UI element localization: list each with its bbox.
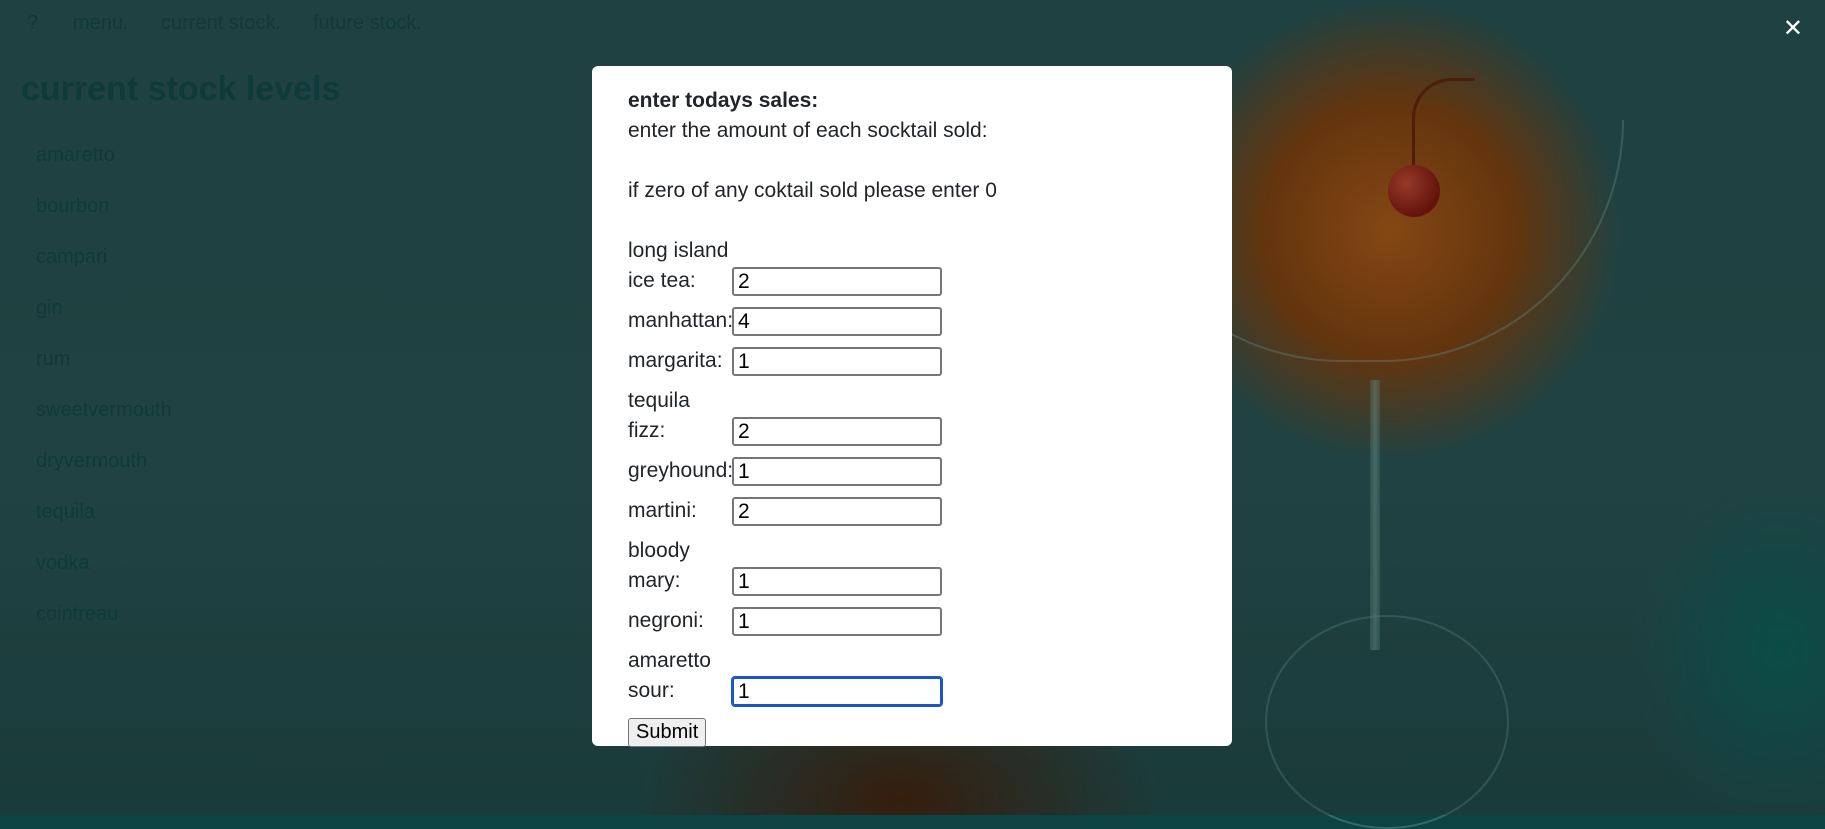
list-item: bourbon xyxy=(36,195,110,217)
field-margarita: margarita: xyxy=(628,346,1212,376)
field-amaretto-sour: amaretto sour: xyxy=(628,646,1212,707)
modal-note: if zero of any coktail sold please enter… xyxy=(628,179,997,202)
field-label: tequila fizz: xyxy=(628,389,690,442)
amaretto-sour-input[interactable] xyxy=(731,676,943,707)
list-item: vodka xyxy=(36,552,90,574)
sales-modal: enter todays sales: enter the amount of … xyxy=(592,66,1232,747)
modal-instruction: enter the amount of each socktail sold: xyxy=(628,119,988,142)
list-item: rum xyxy=(36,348,71,370)
field-label: martini: xyxy=(628,499,697,522)
field-tequila-fizz: tequila fizz: xyxy=(628,386,1212,446)
field-label: greyhound: xyxy=(628,459,734,482)
close-icon[interactable]: ✕ xyxy=(1783,16,1803,40)
field-label: long island ice tea: xyxy=(628,239,729,292)
field-long-island-ice-tea: long island ice tea: xyxy=(628,236,1212,296)
list-item: gin xyxy=(36,297,63,319)
sales-form: enter todays sales: enter the amount of … xyxy=(628,86,1212,747)
field-label: bloody mary: xyxy=(628,539,690,592)
modal-title: enter todays sales: xyxy=(628,89,819,112)
list-item: sweetvermouth xyxy=(36,399,172,421)
greyhound-input[interactable] xyxy=(732,457,942,486)
field-negroni: negroni: xyxy=(628,606,1212,636)
tequila-fizz-input[interactable] xyxy=(732,417,942,446)
list-item: tequila xyxy=(36,501,95,523)
stock-list: amaretto bourbon campari gin rum sweetve… xyxy=(36,144,172,654)
field-label: amaretto sour: xyxy=(628,649,711,702)
page-title: current stock levels xyxy=(21,70,341,108)
long-island-ice-tea-input[interactable] xyxy=(732,267,942,296)
top-nav: ? menu. current stock. future stock. ✕ xyxy=(0,0,1825,50)
nav-future-stock[interactable]: future stock. xyxy=(313,12,422,35)
negroni-input[interactable] xyxy=(732,607,942,636)
list-item: cointreau xyxy=(36,603,119,625)
manhattan-input[interactable] xyxy=(732,307,942,336)
nav-menu[interactable]: menu. xyxy=(73,12,129,35)
submit-button[interactable]: Submit xyxy=(628,718,707,747)
margarita-input[interactable] xyxy=(732,347,942,376)
list-item: amaretto xyxy=(36,144,115,166)
field-greyhound: greyhound: xyxy=(628,456,1212,486)
field-label: manhattan: xyxy=(628,309,734,332)
nav-help[interactable]: ? xyxy=(27,12,38,35)
field-martini: martini: xyxy=(628,496,1212,526)
bloody-mary-input[interactable] xyxy=(732,567,942,596)
field-label: negroni: xyxy=(628,609,704,632)
list-item: campari xyxy=(36,246,108,268)
nav-current-stock[interactable]: current stock. xyxy=(161,12,281,35)
martini-input[interactable] xyxy=(732,497,942,526)
field-manhattan: manhattan: xyxy=(628,306,1212,336)
field-bloody-mary: bloody mary: xyxy=(628,536,1212,596)
field-label: margarita: xyxy=(628,349,723,372)
list-item: dryvermouth xyxy=(36,450,148,472)
